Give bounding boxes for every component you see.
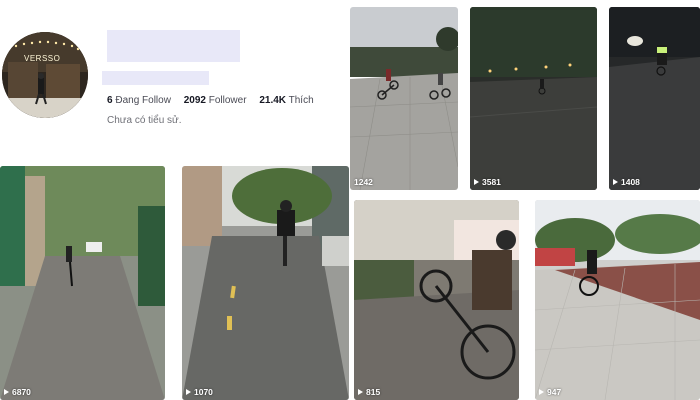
video-tile[interactable]: 1408 [609,7,700,190]
video-thumbnail [354,200,519,400]
view-count: 3581 [474,177,501,187]
view-count: 947 [539,387,561,397]
video-thumbnail [182,166,349,400]
video-thumbnail [470,7,597,190]
profile-bio: Chưa có tiểu sử. [107,115,182,126]
play-icon [539,389,544,395]
redacted-display-name [102,71,209,85]
video-tile[interactable]: 947 [535,200,700,400]
video-tile[interactable]: 815 [354,200,519,400]
redacted-username [107,30,240,62]
avatar-sign-text: VERSSO [24,54,61,63]
play-icon [4,389,9,395]
video-tile[interactable]: 1242 [350,7,458,190]
video-thumbnail [0,166,165,400]
follower-count[interactable]: 2092 Follower [184,95,247,106]
view-count: 6870 [4,387,31,397]
profile-avatar[interactable]: VERSSO [2,32,88,118]
play-icon [613,179,618,185]
video-thumbnail [609,7,700,190]
following-count[interactable]: 6 Đang Follow [107,95,171,106]
play-icon [186,389,191,395]
video-tile[interactable]: 1070 [182,166,349,400]
view-count: 1070 [186,387,213,397]
view-count: 815 [358,387,380,397]
view-count: 1242 [354,177,373,187]
avatar-photo [2,32,88,118]
video-thumbnail [350,7,458,190]
likes-count: 21.4K Thích [259,95,314,106]
profile-stats: 6 Đang Follow 2092 Follower 21.4K Thích [107,95,324,106]
video-thumbnail [535,200,700,400]
view-count: 1408 [613,177,640,187]
play-icon [474,179,479,185]
video-tile[interactable]: 3581 [470,7,597,190]
play-icon [358,389,363,395]
video-tile[interactable]: 6870 [0,166,165,400]
